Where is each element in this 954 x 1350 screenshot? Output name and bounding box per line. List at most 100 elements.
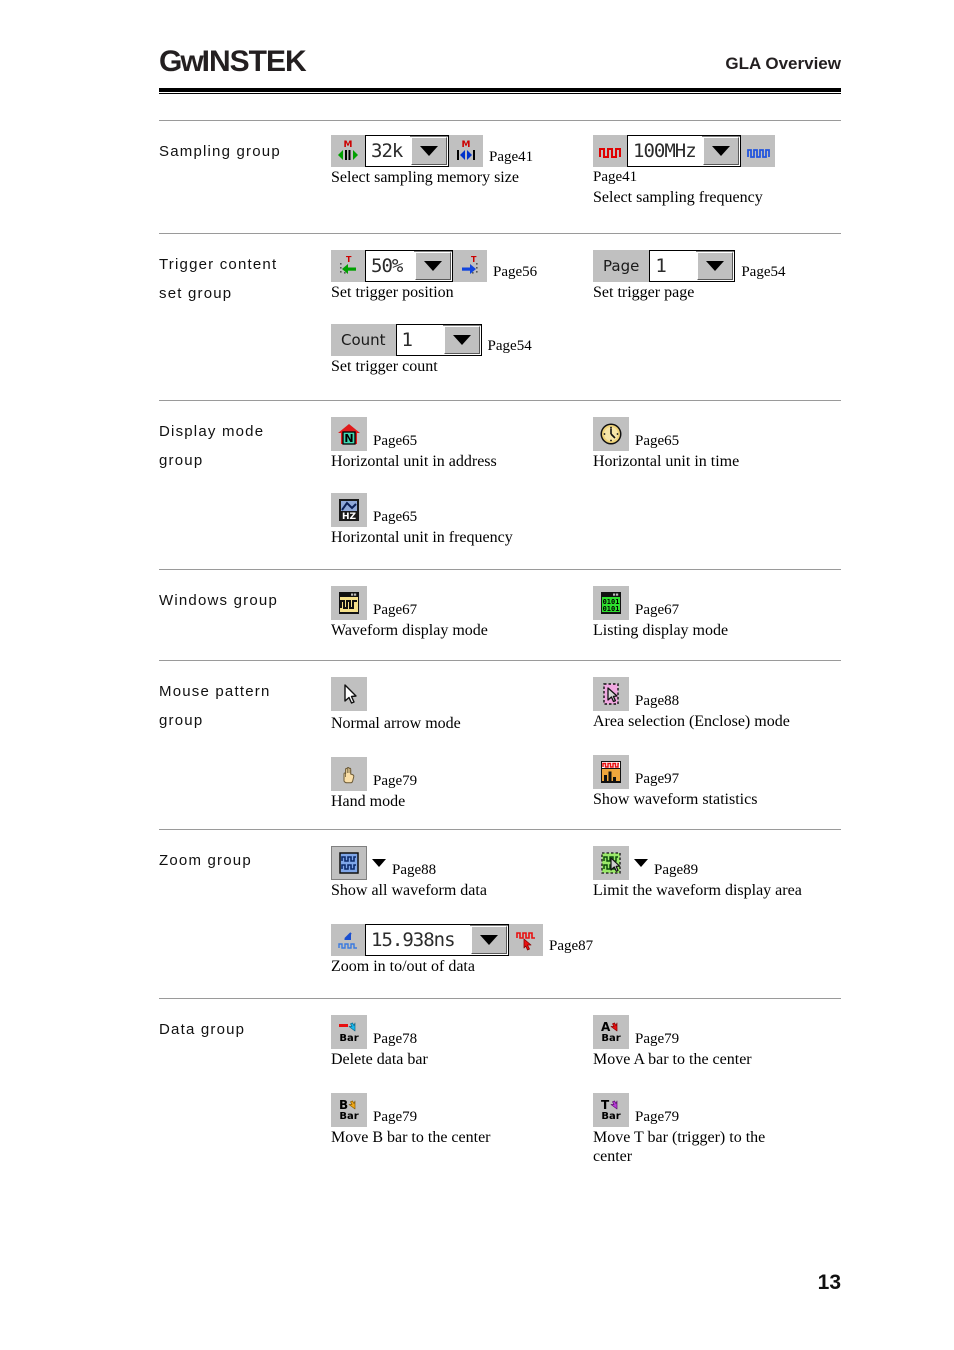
limit-display-area-widget[interactable] <box>593 846 648 880</box>
page-reference: Page88 <box>635 693 680 709</box>
svg-text:M: M <box>344 140 353 150</box>
zoom-value-widget[interactable]: 15.938ns <box>331 924 543 956</box>
entry-caption: Set trigger count <box>331 358 438 375</box>
svg-text:HZ: HZ <box>342 512 357 522</box>
clock-time-icon[interactable] <box>593 417 629 451</box>
entry-caption: Set trigger position <box>331 284 454 301</box>
arrow-cursor-icon[interactable] <box>331 677 367 711</box>
trigger-right-arrow-icon[interactable]: T <box>453 250 487 282</box>
entry-caption: Set trigger page <box>593 284 695 301</box>
page-reference: Page79 <box>635 1109 680 1125</box>
sampling-frequency-dropdown-button[interactable] <box>703 137 739 165</box>
page-reference: Page88 <box>392 862 437 878</box>
zoom-out-icon[interactable] <box>331 924 365 956</box>
blue-waveform-icon[interactable] <box>741 135 775 167</box>
toolbar-entry: Page88 Area selection (Enclose) mode <box>593 677 843 731</box>
listing-window-icon[interactable]: 0101 0101 <box>593 586 629 620</box>
area-selection-icon[interactable] <box>593 677 629 711</box>
house-address-icon[interactable]: N <box>331 417 367 451</box>
entry-caption: Select sampling memory size <box>331 169 519 186</box>
hz-frequency-icon[interactable]: HZ <box>331 493 367 527</box>
trigger-position-widget[interactable]: T 50% T <box>331 250 487 282</box>
page-reference: Page67 <box>635 602 680 618</box>
group-column-left: Normal arrow mode Page79 Hand mode <box>331 677 581 815</box>
svg-text:Bar: Bar <box>601 1033 620 1044</box>
table-row: Mouse pattern group Normal arrow mode Pa… <box>159 660 841 829</box>
group-column-right: 100MHz Page41 Select sampling frequency <box>593 135 843 211</box>
group-column-left: Bar Page78 Delete data bar B Bar Page79 … <box>331 1015 581 1151</box>
entry-caption: Limit the waveform display area <box>593 882 802 899</box>
table-row: Display mode group N Page65 Horizontal u… <box>159 400 841 569</box>
sampling-frequency-widget[interactable]: 100MHz <box>593 135 775 167</box>
toolbar-entry: M 32k M Page41 Select sampling memory si… <box>331 135 581 187</box>
show-all-waveform-widget[interactable] <box>331 846 386 880</box>
show-all-waveform-icon[interactable] <box>331 846 367 880</box>
red-waveform-icon[interactable] <box>593 135 627 167</box>
group-column-right: Page89 Limit the waveform display area <box>593 846 843 904</box>
svg-text:A: A <box>601 1020 611 1034</box>
trigger-page-widget[interactable]: Page 1 <box>593 250 736 282</box>
chevron-down-icon[interactable] <box>372 859 386 867</box>
entry-caption: Delete data bar <box>331 1051 428 1068</box>
toolbar-entry: Page79 Hand mode <box>331 757 581 811</box>
entry-caption: Move B bar to the center <box>331 1129 491 1146</box>
entry-caption: Horizontal unit in address <box>331 453 497 470</box>
page-reference: Page56 <box>493 264 538 280</box>
limit-display-area-icon[interactable] <box>593 846 629 880</box>
entry-caption: Listing display mode <box>593 622 729 639</box>
move-a-bar-icon[interactable]: A Bar <box>593 1015 629 1049</box>
group-column-left: Page67 Waveform display mode <box>331 586 581 644</box>
page-title: GLA Overview <box>725 54 841 73</box>
memory-size-right-icon[interactable]: M <box>449 135 483 167</box>
zoom-dropdown-button[interactable] <box>471 926 507 954</box>
toolbar-entry: Page88 Show all waveform data <box>331 846 581 900</box>
entry-caption: Move T bar (trigger) to the center <box>593 1129 766 1165</box>
trigger-left-arrow-icon[interactable]: T <box>331 250 365 282</box>
trigger-page-combo[interactable]: 1 <box>649 250 736 282</box>
trigger-page-label: Page <box>593 250 650 282</box>
svg-text:N: N <box>344 432 353 445</box>
trigger-position-dropdown-button[interactable] <box>415 252 451 280</box>
svg-text:B: B <box>339 1098 348 1112</box>
sampling-memory-widget[interactable]: M 32k M <box>331 135 483 167</box>
svg-text:Bar: Bar <box>339 1033 358 1044</box>
sampling-memory-dropdown-button[interactable] <box>411 137 447 165</box>
entry-caption: Horizontal unit in frequency <box>331 529 513 546</box>
document-page: GᴡINSTEK GLA Overview Sampling group M 3… <box>0 0 954 1350</box>
delete-data-bar-icon[interactable]: Bar <box>331 1015 367 1049</box>
waveform-statistics-icon[interactable] <box>593 755 629 789</box>
chevron-down-icon <box>712 146 730 156</box>
logo-instek-text: INSTEK <box>201 45 307 78</box>
sampling-memory-combo[interactable]: 32k <box>365 135 449 167</box>
sampling-memory-value: 32k <box>366 136 410 166</box>
page-reference: Page67 <box>373 602 418 618</box>
header-divider <box>159 88 841 94</box>
memory-size-left-icon[interactable]: M <box>331 135 365 167</box>
trigger-count-combo[interactable]: 1 <box>395 324 482 356</box>
trigger-page-dropdown-button[interactable] <box>697 252 734 280</box>
hand-cursor-icon[interactable] <box>331 757 367 791</box>
zoom-select-icon[interactable] <box>509 924 543 956</box>
group-column-left: M 32k M Page41 Select sampling memory si… <box>331 135 581 191</box>
sampling-frequency-combo[interactable]: 100MHz <box>627 135 741 167</box>
waveform-window-icon[interactable] <box>331 586 367 620</box>
chevron-down-icon <box>706 261 725 271</box>
trigger-count-dropdown-button[interactable] <box>443 326 480 354</box>
toolbar-entry: T 50% T Page56 Set trigger position <box>331 250 581 302</box>
svg-text:Bar: Bar <box>601 1111 620 1122</box>
svg-text:M: M <box>462 140 471 150</box>
toolbar-entry: Page 1 Page54 Set trigger page <box>593 250 843 302</box>
zoom-value-combo[interactable]: 15.938ns <box>365 924 509 956</box>
trigger-count-widget[interactable]: Count 1 <box>331 324 482 356</box>
entry-caption: Show waveform statistics <box>593 791 758 808</box>
group-label: Display mode group <box>159 423 265 469</box>
page-reference: Page65 <box>373 433 418 449</box>
chevron-down-icon[interactable] <box>634 859 648 867</box>
toolbar-entry: 0101 0101 Page67 Listing display mode <box>593 586 843 640</box>
trigger-position-combo[interactable]: 50% <box>365 250 453 282</box>
entry-caption: Zoom in to/out of data <box>331 958 475 975</box>
svg-text:Bar: Bar <box>339 1111 358 1122</box>
move-t-bar-icon[interactable]: T Bar <box>593 1093 629 1127</box>
gwinstek-logo: GᴡINSTEK <box>159 45 307 79</box>
move-b-bar-icon[interactable]: B Bar <box>331 1093 367 1127</box>
